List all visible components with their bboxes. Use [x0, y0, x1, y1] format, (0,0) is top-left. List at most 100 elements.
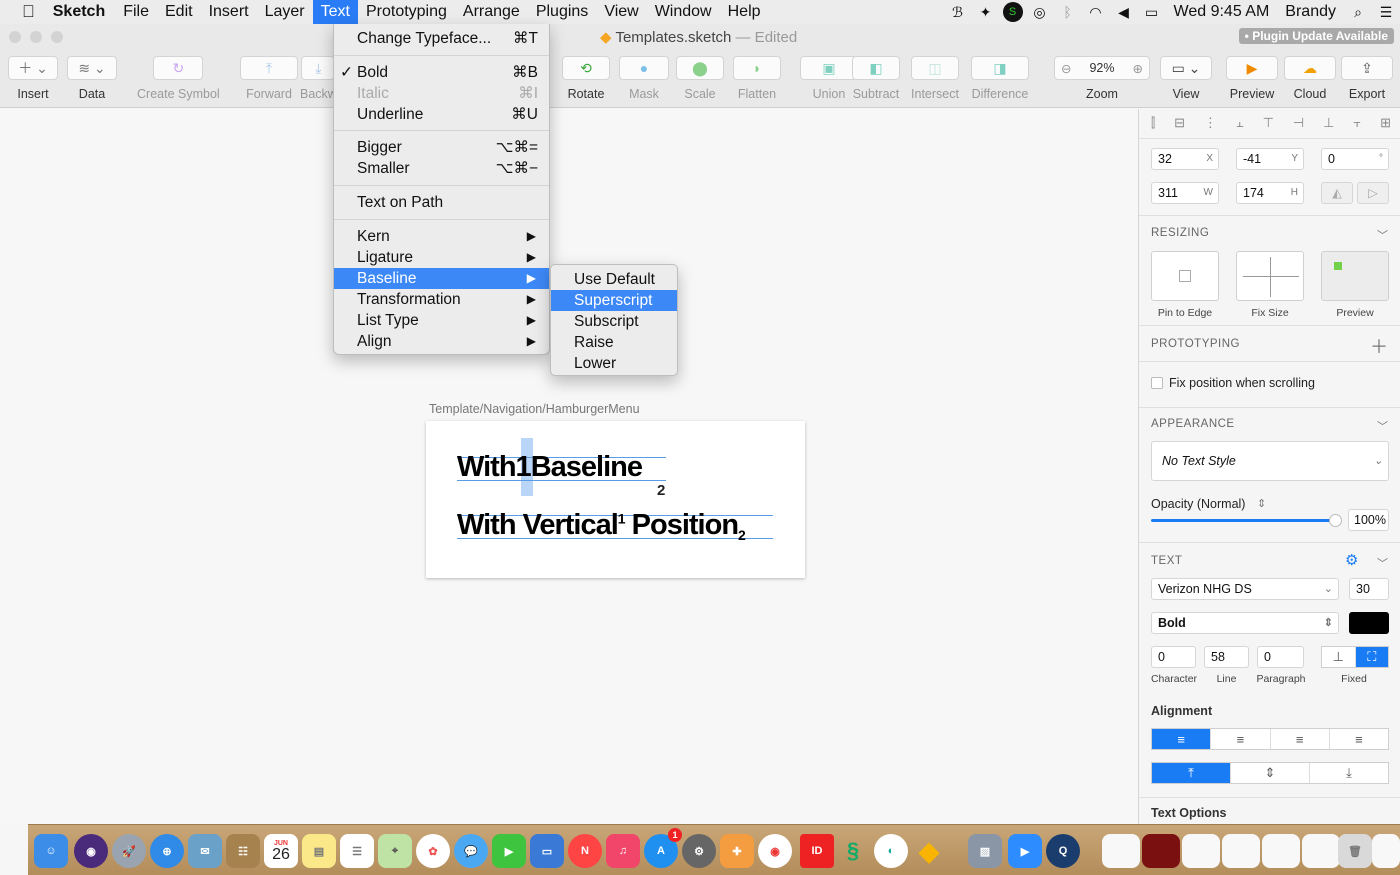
volume-icon[interactable]: ◀︎ [1113, 0, 1135, 24]
menu-change-typeface[interactable]: Change Typeface... ⌘T [334, 28, 549, 49]
subtract-button[interactable]: ◧ Subtract [852, 56, 900, 101]
difference-button[interactable]: ◨ Difference [971, 56, 1029, 101]
zoom-app-icon[interactable]: ▶ [1008, 834, 1042, 868]
mail-icon[interactable]: ✉ [188, 834, 222, 868]
distribute-icon[interactable]: ⊞ [1380, 115, 1391, 131]
menu-kern[interactable]: Kern ▶ [334, 226, 549, 247]
messages-icon[interactable]: 💬 [454, 834, 488, 868]
submenu-lower[interactable]: Lower [551, 353, 677, 374]
menu-align[interactable]: Align ▶ [334, 331, 549, 352]
siri-icon[interactable]: ◉ [74, 834, 108, 868]
align-text-right-icon[interactable]: ≡ [1271, 729, 1330, 749]
menu-transformation[interactable]: Transformation ▶ [334, 289, 549, 310]
opacity-slider-handle[interactable] [1329, 514, 1342, 527]
document-thumbnail-7[interactable] [1372, 834, 1400, 868]
align-text-left-icon[interactable]: ≡ [1152, 729, 1212, 749]
artboard-label[interactable]: Template/Navigation/HamburgerMenu [429, 402, 640, 416]
preview-button[interactable]: ▶ Preview [1226, 56, 1278, 101]
finder-icon[interactable]: ☺ [34, 834, 68, 868]
menu-bold[interactable]: ✓ Bold ⌘B [334, 62, 549, 83]
sample-text-line-2[interactable]: With Vertical1 Position2 [457, 509, 746, 543]
document-thumbnail-3[interactable] [1182, 834, 1220, 868]
launchpad-icon[interactable]: 🚀 [112, 834, 146, 868]
flip-vertical-icon[interactable]: ▷ [1357, 182, 1389, 204]
font-family-select[interactable]: Verizon NHG DS ⌄ [1151, 578, 1339, 600]
menu-bigger[interactable]: Bigger ⌥⌘= [334, 137, 549, 158]
menu-italic[interactable]: Italic ⌘I [334, 83, 549, 104]
photos-icon[interactable]: ✿ [416, 834, 450, 868]
butterfly-icon[interactable]: ✦ [975, 0, 997, 24]
menu-prototyping[interactable]: Prototyping [358, 0, 455, 24]
quicktime-icon[interactable]: Q [1046, 834, 1080, 868]
align-vcenter-icon[interactable]: ⊥ [1323, 115, 1334, 131]
x-field[interactable]: 32 X [1151, 148, 1219, 170]
menu-text-on-path[interactable]: Text on Path [334, 192, 549, 213]
abstract-icon[interactable]: ◐ [874, 834, 908, 868]
text-options-header[interactable]: Text Options [1151, 806, 1226, 820]
spotlight-icon[interactable]: ⌕ [1347, 0, 1369, 24]
font-weight-select[interactable]: Bold ⇕ [1151, 612, 1339, 634]
universal-id-icon[interactable]: ID [800, 834, 834, 868]
align-center-icon[interactable]: ⊟ [1174, 115, 1185, 131]
align-text-top-icon[interactable]: ⤒ [1152, 763, 1231, 783]
contacts-icon[interactable]: ☷ [226, 834, 260, 868]
insert-button[interactable]: ＋ ⌄ Insert [8, 56, 58, 101]
line-height-field[interactable]: 58 [1204, 646, 1249, 668]
calendar-icon[interactable]: JUN 26 [264, 834, 298, 868]
bg-status-icon[interactable]: ℬ [947, 0, 969, 24]
align-more-icon[interactable]: ⋮ [1204, 115, 1217, 131]
create-symbol-button[interactable]: ↻ Create Symbol [137, 56, 220, 101]
text-style-select[interactable]: No Text Style ⌄ [1151, 441, 1389, 481]
menu-list-type[interactable]: List Type ▶ [334, 310, 549, 331]
align-text-center-icon[interactable]: ≡ [1211, 729, 1271, 749]
flatten-button[interactable]: ◗ Flatten [733, 56, 781, 101]
pin-to-edge-box[interactable] [1151, 251, 1219, 301]
chevron-down-icon[interactable]: ﹀ [1377, 555, 1388, 571]
preview-app-icon[interactable]: ▨ [968, 834, 1002, 868]
opacity-field[interactable]: 100% [1348, 509, 1389, 531]
gear-icon[interactable]: ⚙ [1345, 551, 1358, 569]
news-icon[interactable]: N [568, 834, 602, 868]
align-text-justify-icon[interactable]: ≡ [1330, 729, 1388, 749]
menubar-user[interactable]: Brandy [1277, 0, 1344, 24]
sample-text-line-1[interactable]: With1Baseline [457, 451, 643, 484]
menu-text[interactable]: Text [312, 0, 358, 24]
data-button[interactable]: ≋ ⌄ Data [67, 56, 117, 101]
rotate-button[interactable]: ⟲ Rotate [562, 56, 610, 101]
chevron-down-icon[interactable]: ﹀ [1377, 418, 1388, 434]
align-left-icon[interactable]: ⫿ [1151, 115, 1155, 131]
artboard[interactable]: With1Baseline 2 With Vertical1 Position2 [426, 421, 805, 578]
blend-mode-stepper-icon[interactable]: ⇕ [1257, 497, 1266, 510]
view-button[interactable]: ▭ ⌄ View [1160, 56, 1212, 101]
export-button[interactable]: ⇪ Export [1341, 56, 1393, 101]
flip-horizontal-icon[interactable]: ◭ [1321, 182, 1353, 204]
minimize-window-button[interactable] [30, 31, 42, 43]
document-thumbnail-1[interactable] [1102, 834, 1140, 868]
wifi-icon[interactable]: ◠ [1085, 0, 1107, 24]
cloud-button[interactable]: ☁ Cloud [1284, 56, 1336, 101]
menu-arrange[interactable]: Arrange [455, 0, 528, 24]
submenu-use-default[interactable]: Use Default [551, 269, 677, 290]
opacity-slider[interactable] [1151, 519, 1336, 522]
submenu-raise[interactable]: Raise [551, 332, 677, 353]
menu-file[interactable]: File [115, 0, 157, 24]
add-icon[interactable]: ＋ [1370, 333, 1388, 359]
battery-icon[interactable]: ▭ [1141, 0, 1163, 24]
menu-edit[interactable]: Edit [157, 0, 201, 24]
app-store-icon[interactable]: A1 [644, 828, 682, 868]
menubar-clock[interactable]: Wed 9:45 AM [1166, 0, 1278, 24]
menu-insert[interactable]: Insert [201, 0, 257, 24]
facetime-icon[interactable]: ▶ [492, 834, 526, 868]
keynote-icon[interactable]: ▭ [530, 834, 564, 868]
align-text-middle-icon[interactable]: ⇕ [1231, 763, 1310, 783]
rotation-field[interactable]: 0 ° [1321, 148, 1389, 170]
maps-icon[interactable]: ⌖ [378, 834, 412, 868]
submenu-subscript[interactable]: Subscript [551, 311, 677, 332]
menu-layer[interactable]: Layer [257, 0, 313, 24]
document-thumbnail-6[interactable] [1302, 834, 1340, 868]
menu-app-sketch[interactable]: Sketch [45, 0, 115, 24]
zoom-window-button[interactable] [51, 31, 63, 43]
bluetooth-icon[interactable]: ᛒ [1057, 0, 1079, 24]
paragraph-spacing-field[interactable]: 0 [1257, 646, 1304, 668]
menu-window[interactable]: Window [647, 0, 720, 24]
